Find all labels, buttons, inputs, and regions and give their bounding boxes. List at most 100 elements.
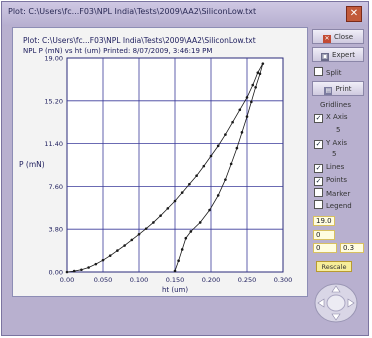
data-point bbox=[258, 72, 262, 76]
data-point bbox=[180, 248, 184, 251]
printer-icon: ▤ bbox=[324, 87, 333, 95]
data-point bbox=[229, 162, 233, 166]
expert-icon: ▣ bbox=[321, 53, 330, 61]
pan-control[interactable] bbox=[313, 282, 359, 324]
legend-checkbox[interactable]: Legend bbox=[314, 200, 352, 210]
data-point bbox=[216, 194, 220, 197]
points-checkbox[interactable]: ✓ Points bbox=[314, 176, 347, 186]
x-min-field[interactable]: 0 bbox=[313, 243, 337, 253]
y-axis-title: P (mN) bbox=[19, 160, 45, 169]
y-axis-check-icon[interactable]: ✓ bbox=[314, 140, 323, 149]
data-point bbox=[216, 144, 220, 148]
data-point bbox=[173, 199, 177, 203]
y-min-field[interactable]: 0 bbox=[313, 230, 335, 240]
x-axis-divisions[interactable]: 5 bbox=[336, 126, 340, 134]
y-tick-label: 11.40 bbox=[44, 140, 63, 148]
data-point bbox=[231, 120, 234, 124]
expert-label: Expert bbox=[332, 51, 355, 59]
data-point bbox=[94, 262, 98, 266]
x-axis-checkbox[interactable]: ✓ X Axis bbox=[314, 113, 348, 123]
y-max-field[interactable]: 19.0 bbox=[313, 216, 335, 226]
data-point bbox=[180, 191, 184, 194]
marker-label: Marker bbox=[326, 190, 351, 198]
split-checkbox[interactable]: Split bbox=[314, 67, 342, 77]
plot-window: Plot: C:\Users\fc...F03\NPL India\Tests\… bbox=[1, 1, 369, 336]
lines-label: Lines bbox=[326, 163, 345, 171]
data-point bbox=[224, 133, 227, 136]
gridlines-label: Gridlines bbox=[320, 101, 351, 109]
split-label: Split bbox=[326, 69, 342, 77]
legend-label: Legend bbox=[326, 202, 352, 210]
data-point bbox=[208, 208, 211, 212]
data-point bbox=[188, 182, 191, 186]
data-point bbox=[130, 238, 134, 242]
data-point bbox=[173, 269, 177, 273]
pan-center-button[interactable] bbox=[326, 294, 346, 312]
x-tick-label: 0.300 bbox=[274, 276, 293, 284]
data-point bbox=[108, 254, 112, 257]
data-point bbox=[235, 146, 239, 150]
points-check-icon[interactable]: ✓ bbox=[314, 177, 323, 186]
window-close-icon[interactable]: ✕ bbox=[346, 6, 362, 22]
x-axis-title: ht (um) bbox=[162, 286, 188, 294]
x-tick-label: 0.250 bbox=[238, 276, 257, 284]
x-axis-label: X Axis bbox=[326, 113, 348, 121]
lines-check-icon[interactable]: ✓ bbox=[314, 164, 323, 173]
data-point bbox=[198, 221, 202, 224]
data-point bbox=[261, 62, 265, 65]
data-point bbox=[250, 100, 253, 104]
x-tick-label: 0.100 bbox=[130, 276, 149, 284]
split-checkbox-box[interactable] bbox=[314, 67, 323, 76]
y-axis-label: Y Axis bbox=[326, 139, 348, 147]
points-label: Points bbox=[326, 176, 348, 184]
data-point bbox=[240, 131, 244, 134]
rescale-button[interactable]: Rescale bbox=[316, 261, 352, 272]
data-point bbox=[195, 174, 198, 177]
data-point bbox=[159, 214, 162, 217]
data-point bbox=[189, 230, 193, 233]
data-point bbox=[123, 244, 126, 247]
data-point bbox=[245, 96, 249, 99]
y-tick-label: 0.00 bbox=[49, 269, 63, 277]
chart-area: 0.00 0.050 0.100 0.150 0.200 0.250 0.300 0.00 3.… bbox=[19, 55, 293, 295]
x-tick-label: 0.050 bbox=[94, 276, 113, 284]
data-point bbox=[65, 270, 69, 274]
legend-checkbox-box[interactable] bbox=[314, 200, 323, 209]
data-point bbox=[254, 85, 257, 89]
data-point bbox=[202, 164, 206, 168]
data-point bbox=[177, 259, 180, 263]
data-point bbox=[166, 207, 170, 210]
data-point bbox=[184, 236, 188, 240]
y-tick-label: 7.60 bbox=[49, 183, 63, 191]
data-point bbox=[101, 258, 105, 262]
close-label: Close bbox=[333, 33, 354, 41]
data-point bbox=[116, 249, 119, 252]
data-point bbox=[80, 268, 83, 272]
print-button[interactable]: ▤ Print bbox=[312, 81, 364, 96]
y-tick-label: 3.80 bbox=[49, 226, 63, 234]
y-axis-checkbox[interactable]: ✓ Y Axis bbox=[314, 139, 347, 149]
close-button[interactable]: ✕ Close bbox=[312, 29, 364, 44]
x-tick-label: 0.150 bbox=[166, 276, 185, 284]
data-point bbox=[137, 232, 141, 236]
data-point bbox=[251, 83, 255, 87]
window-title: Plot: C:\Users\fc...F03\NPL India\Tests\… bbox=[8, 7, 257, 16]
data-point bbox=[87, 266, 90, 269]
x-tick-label: 0.00 bbox=[60, 276, 74, 284]
x-max-field[interactable]: 0.3 bbox=[340, 243, 364, 253]
data-point bbox=[238, 108, 242, 112]
marker-checkbox[interactable]: Marker bbox=[314, 188, 350, 198]
x-tick-label: 0.200 bbox=[202, 276, 221, 284]
y-tick-label: 19.00 bbox=[44, 55, 63, 63]
data-point bbox=[209, 154, 213, 158]
title-bar[interactable]: Plot: C:\Users\fc...F03\NPL India\Tests\… bbox=[2, 2, 368, 26]
expert-button[interactable]: ▣ Expert bbox=[312, 47, 364, 62]
x-axis-check-icon[interactable]: ✓ bbox=[314, 114, 323, 123]
marker-checkbox-box[interactable] bbox=[314, 188, 323, 197]
data-point bbox=[144, 227, 148, 230]
y-axis-divisions[interactable]: 5 bbox=[332, 150, 336, 158]
data-point bbox=[245, 115, 249, 118]
y-tick-label: 15.20 bbox=[44, 97, 63, 105]
plot-panel: Plot: C:\Users\fc...F03\NPL India\Tests\… bbox=[12, 27, 308, 297]
lines-checkbox[interactable]: ✓ Lines bbox=[314, 163, 344, 173]
